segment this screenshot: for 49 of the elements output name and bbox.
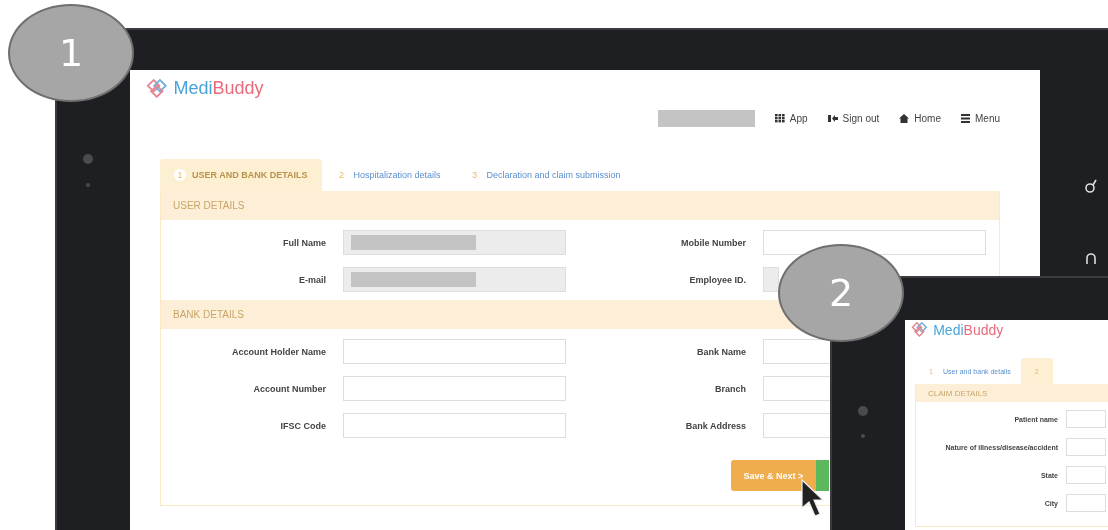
field-label: Bank Address [684,420,746,431]
logo-icon [146,78,170,99]
field-label: Branch [714,383,746,394]
home-icon [899,113,910,123]
field-label: Account Holder Name [230,346,326,357]
input-field[interactable] [343,267,566,292]
field-label: Mobile Number [680,237,746,248]
menu-icon [961,113,970,123]
input-field[interactable] [1066,438,1106,456]
sensor-icon [86,183,90,187]
input-field[interactable] [343,376,566,401]
step-tab[interactable]: 2 Hospitalization details [321,159,455,191]
nav-link[interactable]: App [774,112,808,124]
input-field[interactable] [1066,494,1106,512]
input-field[interactable] [763,339,831,364]
input-field[interactable] [763,267,779,292]
field-label: Full Name [282,237,326,248]
field-label: IFSC Code [279,420,326,431]
step-number-badge: 1 [8,4,134,102]
camera-icon [858,406,868,416]
sign-out-icon [827,113,838,123]
next-button[interactable] [816,460,829,491]
logo-icon [911,322,930,338]
field-label: Employee ID. [688,274,746,285]
input-field[interactable] [1066,466,1106,484]
section-header: USER DETAILS [161,191,999,220]
input-field[interactable] [343,339,566,364]
input-field[interactable] [1066,410,1106,428]
input-field[interactable] [763,230,986,255]
field-label: Account Number [252,383,326,394]
section-header: CLAIM DETAILS [916,384,1108,402]
cursor-icon [800,478,826,518]
step-tab[interactable]: 1 USER AND BANK DETAILS [160,159,322,191]
input-field[interactable] [763,376,831,401]
sensor-icon [861,434,865,438]
save-next-button[interactable]: Save & Next > [731,460,816,491]
camera-icon [83,154,93,164]
nav-link[interactable]: Menu [961,112,1000,124]
field-label: Bank Name [695,346,746,357]
headphone-icon [1085,252,1097,266]
nav-link[interactable]: Home [899,112,941,124]
field-label: E-mail [298,274,326,285]
input-field[interactable] [343,230,566,255]
input-field[interactable] [343,413,566,438]
input-field[interactable] [763,413,831,438]
grid-icon [774,113,785,123]
step-tab[interactable]: 3 Declaration and claim submission [454,159,635,191]
nav-link[interactable]: Sign out [827,112,880,124]
logo-text: MediBuddy [173,78,264,99]
